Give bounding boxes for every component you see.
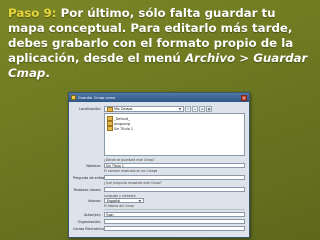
up-folder-button[interactable]: ↑ [185, 106, 191, 112]
email-field[interactable] [104, 226, 245, 231]
keywords-label: Palabras claves: [73, 187, 101, 192]
author-row: Autor(es): Yuan [73, 212, 245, 217]
language-row: Idioma: Español ▼ [73, 198, 144, 203]
author-value: Yuan [106, 212, 114, 217]
divider [104, 209, 245, 210]
keywords-field[interactable] [104, 187, 245, 192]
email-row: Correo Electrónico: [73, 226, 245, 231]
organization-row: Organización: [73, 219, 245, 224]
step-label: Paso 9: [8, 6, 57, 20]
author-field[interactable]: Yuan [104, 212, 245, 217]
language-value: Español [107, 198, 121, 203]
name-hint: El nombre mostrado en los Cmaps [104, 169, 158, 173]
details-view-button[interactable]: ▦ [206, 106, 212, 112]
list-item-label: _Default_ [114, 116, 130, 121]
dialog-title: Guardar Cmap como [78, 95, 116, 100]
folder-icon [107, 106, 113, 112]
new-folder-button[interactable]: + [192, 106, 198, 112]
dialog-titlebar: Guardar Cmap como × [69, 93, 249, 102]
keywords-row: Palabras claves: [73, 187, 245, 192]
name-label: Nombre: [86, 163, 101, 168]
organization-label: Organización: [77, 219, 101, 224]
name-value: Sin Título 1 [106, 163, 124, 168]
language-select[interactable]: Español ▼ [104, 198, 144, 203]
chevron-down-icon: ▼ [178, 107, 181, 111]
location-row: Localización: Mis Cmaps ▼ ↑ + ≡ ▦ [73, 106, 212, 112]
instruction-end: . [45, 66, 50, 80]
list-item[interactable]: Sin Título 1 [107, 126, 242, 131]
list-item-label: pingpong [114, 121, 130, 126]
cmap-app-icon [71, 95, 76, 100]
chevron-down-icon: ▼ [138, 198, 141, 203]
focus-hint: ¿Qué pregunta responde este Cmap? [104, 181, 162, 185]
folder-icon [107, 126, 113, 131]
name-field[interactable]: Sin Título 1 [104, 163, 245, 168]
language-label: Idioma: [88, 198, 101, 203]
name-row: Nombre: Sin Título 1 [73, 163, 245, 168]
save-cmap-dialog: Guardar Cmap como × Localización: Mis Cm… [68, 92, 250, 238]
author-label: Autor(es): [84, 212, 101, 217]
focus-label: Pregunta de enfoque: [73, 175, 110, 180]
close-button[interactable]: × [241, 94, 247, 101]
focus-question-field[interactable] [104, 175, 245, 180]
focus-row: Pregunta de enfoque: [73, 175, 245, 180]
language-hint: El idioma del Cmap [104, 204, 135, 208]
organization-field[interactable] [104, 219, 245, 224]
list-view-button[interactable]: ≡ [199, 106, 205, 112]
email-label: Correo Electrónico: [73, 226, 106, 231]
list-item-label: Sin Título 1 [114, 126, 134, 131]
location-label: Localización: [79, 107, 101, 111]
location-value: Mis Cmaps [114, 107, 133, 111]
location-select[interactable]: Mis Cmaps ▼ [104, 106, 184, 112]
location-hint: ¿Dónde se guardará este Cmap? [104, 158, 155, 162]
slide-instructions: Paso 9: Por último, sólo falta guardar t… [8, 6, 314, 81]
file-list[interactable]: _Default_ pingpong Sin Título 1 [104, 113, 245, 156]
